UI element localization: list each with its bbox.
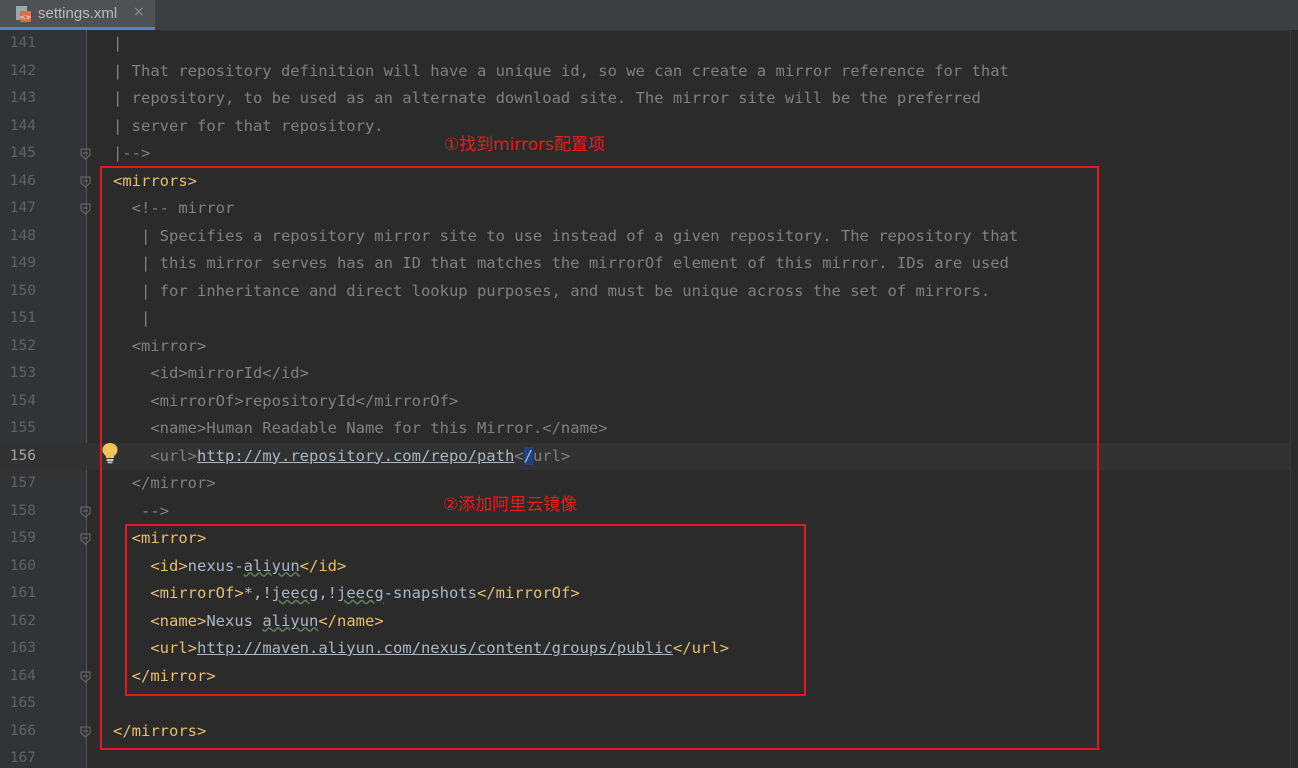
line-number: 166 [9,722,36,739]
svg-text:<>: <> [20,14,31,22]
code-token: | repository, to be used as an alternate… [113,89,981,107]
annotation-find-mirrors: ①找到mirrors配置项 [444,135,606,155]
line-number: 159 [9,530,36,546]
line-number: 165 [9,695,36,711]
aliyun-mirror-highlight-box [125,524,806,696]
code-line[interactable]: 144 | server for that repository. [0,113,1298,140]
vertical-scrollbar[interactable] [1290,30,1298,768]
line-number: 164 [9,667,36,684]
code-token: | [113,34,123,52]
line-number: 151 [9,310,36,326]
line-number: 162 [9,612,36,629]
code-token: | server for that repository. [113,116,384,135]
xml-file-icon: <> [16,6,31,22]
line-number: 148 [9,227,36,244]
line-number: 142 [9,62,36,79]
line-number: 152 [9,337,36,354]
line-number: 156 [9,447,36,464]
line-number: 155 [9,420,36,436]
line-number: 150 [9,282,36,299]
code-line[interactable]: 141 | [0,30,1298,57]
line-number: 160 [9,557,36,574]
tab-file-name: settings.xml [38,5,118,22]
code-text[interactable]: | server for that repository. [113,113,384,140]
fold-toggle-icon[interactable] [80,726,91,738]
line-number: 153 [9,365,36,381]
code-text[interactable]: | That repository definition will have a… [113,58,1009,85]
line-number: 141 [9,35,36,51]
line-number: 147 [9,200,36,216]
fold-toggle-icon[interactable] [80,176,91,188]
tab-settings-xml[interactable]: <> settings.xml × [0,0,155,30]
code-text[interactable]: |--> [113,140,150,167]
fold-toggle-icon[interactable] [80,533,91,545]
code-line[interactable]: 142 | That repository definition will hav… [0,58,1298,85]
code-token: |--> [113,144,151,162]
line-number: 154 [9,392,36,409]
line-number: 158 [9,502,36,519]
code-editor[interactable]: 141 | 142 | That repository definition will… [0,30,1298,768]
line-number: 144 [9,117,36,134]
line-number: 145 [9,145,36,161]
editor-tab-bar: <> settings.xml × [0,0,1298,31]
code-token: | That repository definition will have a… [113,61,1009,80]
line-number: 146 [9,172,36,189]
fold-toggle-icon[interactable] [80,506,91,518]
line-number: 143 [9,90,36,106]
code-text[interactable]: | repository, to be used as an alternate… [113,85,981,112]
fold-toggle-icon[interactable] [80,671,91,683]
code-text[interactable]: | [113,30,122,57]
close-tab-icon[interactable]: × [133,4,145,20]
line-number: 161 [9,585,36,601]
line-number: 163 [9,640,36,656]
fold-toggle-icon[interactable] [80,148,91,160]
line-number: 157 [9,475,36,491]
line-number: 167 [9,750,36,766]
code-line[interactable]: 143 | repository, to be used as an altern… [0,85,1298,112]
fold-toggle-icon[interactable] [80,203,91,215]
code-line[interactable]: 145 |--> [0,140,1298,167]
annotation-add-aliyun-mirror: ②添加阿里云镜像 [443,495,578,515]
line-number: 149 [9,255,36,271]
